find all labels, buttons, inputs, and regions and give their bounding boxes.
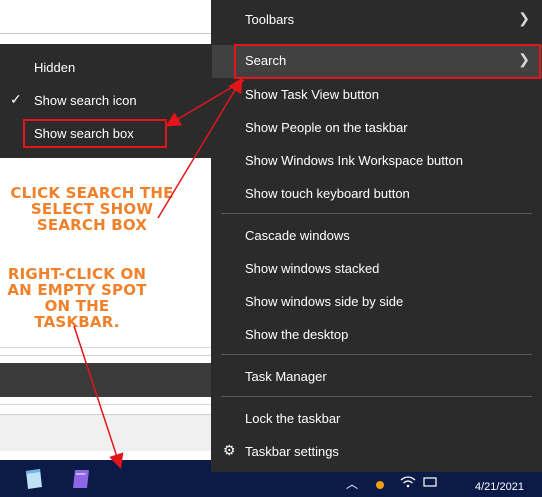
menu-item-label: Show People on the taskbar [245, 120, 408, 135]
menu-item-show-task-view[interactable]: Show Task View button [211, 79, 542, 112]
submenu-item-label: Hidden [34, 60, 76, 75]
menu-separator [221, 213, 532, 214]
submenu-item-hidden[interactable]: Hidden [0, 52, 212, 85]
wifi-icon[interactable] [400, 474, 416, 494]
search-highlight-box [234, 44, 541, 79]
menu-item-taskbar-settings[interactable]: ⚙ Taskbar settings [211, 436, 542, 469]
show-search-box-highlight-box [23, 119, 167, 148]
menu-item-label: Show Windows Ink Workspace button [245, 153, 463, 168]
menu-item-cascade-windows[interactable]: Cascade windows [211, 220, 542, 253]
menu-item-label: Show Task View button [245, 87, 379, 102]
onenote-icon [73, 470, 89, 488]
menu-item-label: Task Manager [245, 369, 327, 384]
window-divider [0, 404, 222, 405]
menu-item-toolbars[interactable]: Toolbars ❯ [211, 4, 542, 37]
menu-item-label: Show windows stacked [245, 261, 380, 276]
chevron-right-icon: ❯ [518, 10, 530, 26]
window-status-strip [0, 414, 222, 451]
menu-item-label: Lock the taskbar [245, 411, 341, 426]
taskbar-app-icon[interactable] [22, 467, 46, 491]
menu-item-label: Taskbar settings [245, 444, 339, 459]
menu-separator [221, 396, 532, 397]
menu-item-show-desktop[interactable]: Show the desktop [211, 319, 542, 352]
notification-dot-icon[interactable] [376, 481, 384, 489]
menu-item-show-windows-stacked[interactable]: Show windows stacked [211, 253, 542, 286]
taskbar-date[interactable]: 4/21/2021 [475, 481, 524, 493]
annotation-step-1: Right-click on an empty spot on the task… [7, 265, 147, 331]
menu-item-label: Show windows side by side [245, 294, 404, 309]
taskbar-app-icon[interactable] [70, 467, 94, 491]
window-divider [0, 347, 222, 348]
menu-item-label: Show the desktop [245, 327, 349, 342]
menu-item-lock-taskbar[interactable]: Lock the taskbar [211, 403, 542, 436]
gear-icon: ⚙ [223, 442, 236, 458]
menu-item-label: Toolbars [245, 12, 295, 27]
menu-item-show-people[interactable]: Show People on the taskbar [211, 112, 542, 145]
menu-item-task-manager[interactable]: Task Manager [211, 361, 542, 394]
annotation-step-2: Click Search the select Show Search Box [10, 184, 174, 234]
menu-item-label: Show touch keyboard button [245, 186, 410, 201]
menu-item-label: Cascade windows [245, 228, 350, 243]
submenu-item-label: Show search icon [34, 93, 137, 108]
checkmark-icon: ✓ [10, 91, 22, 107]
window-dark-band [0, 363, 222, 397]
menu-item-show-ink-workspace[interactable]: Show Windows Ink Workspace button [211, 145, 542, 178]
menu-separator [221, 354, 532, 355]
submenu-item-show-search-icon[interactable]: ✓ Show search icon [0, 85, 212, 118]
menu-item-show-windows-side-by-side[interactable]: Show windows side by side [211, 286, 542, 319]
notepad-icon [26, 469, 42, 489]
menu-item-show-touch-keyboard[interactable]: Show touch keyboard button [211, 178, 542, 211]
chevron-up-icon[interactable]: ︿ [346, 474, 360, 494]
window-title-bar [0, 0, 223, 34]
network-icon[interactable] [422, 474, 438, 494]
